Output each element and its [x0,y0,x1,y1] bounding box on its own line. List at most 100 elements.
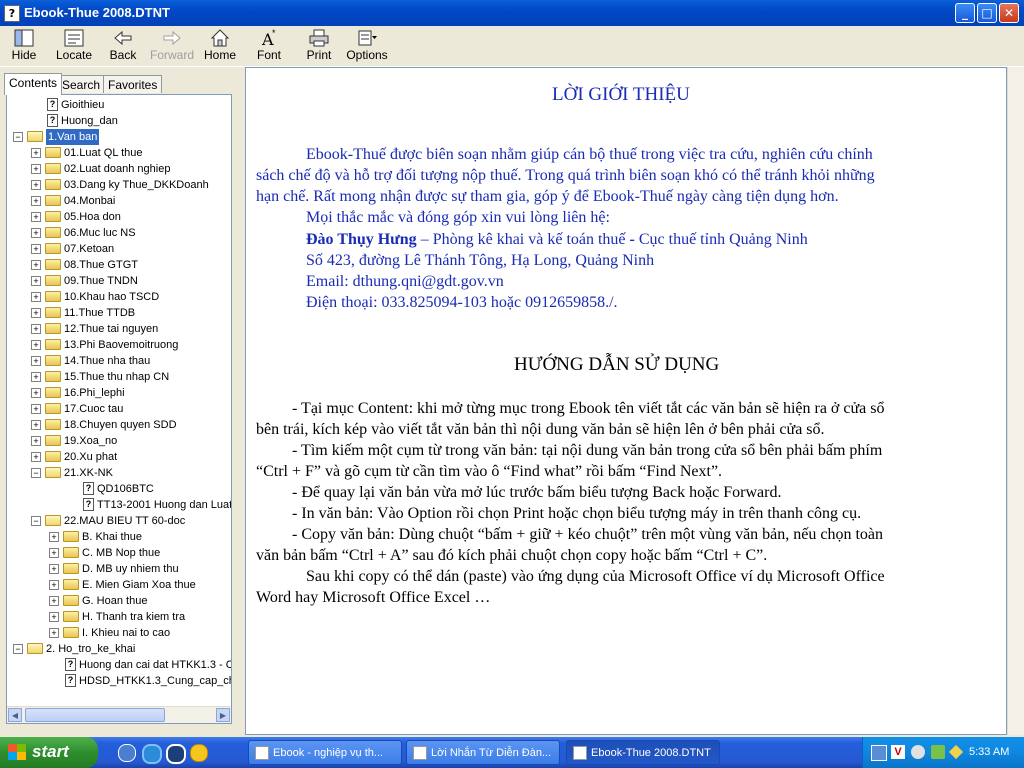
tree-item[interactable]: +11.Thue TTDB [7,305,231,321]
tree-item[interactable]: +17.Cuoc tau [7,401,231,417]
expand-icon[interactable]: + [31,180,41,190]
collapse-icon[interactable]: − [13,644,23,654]
tree-item[interactable]: +03.Dang ky Thue_DKKDoanh [7,177,231,193]
home-button[interactable]: Home [204,28,236,64]
tree-item[interactable]: +12.Thue tai nguyen [7,321,231,337]
tree-item[interactable]: + C. MB Nop thue [7,545,231,561]
expand-icon[interactable]: + [49,532,59,542]
expand-icon[interactable]: + [49,564,59,574]
tree-item[interactable]: +08.Thue GTGT [7,257,231,273]
expand-icon[interactable]: + [31,356,41,366]
print-button[interactable]: Print [304,28,334,64]
speaker-icon[interactable] [911,745,925,759]
expand-icon[interactable]: + [31,276,41,286]
tree-item[interactable]: + B. Khai thue [7,529,231,545]
tree-item[interactable]: − 2. Ho_tro_ke_khai [7,641,231,657]
expand-icon[interactable]: + [31,404,41,414]
hide-button[interactable]: Hide [8,28,40,64]
vertical-scrollbar[interactable] [1007,67,1024,735]
collapse-icon[interactable]: − [31,516,41,526]
expand-icon[interactable]: + [31,308,41,318]
tree-item[interactable]: +18.Chuyen quyen SDD [7,417,231,433]
expand-icon[interactable]: + [31,244,41,254]
tree-item[interactable]: +10.Khau hao TSCD [7,289,231,305]
tree-item[interactable]: ? QD106BTC [7,481,231,497]
tree-item[interactable]: + E. Mien Giam Xoa thue [7,577,231,593]
tree-item[interactable]: − 1.Van ban [7,129,231,145]
horizontal-scrollbar[interactable]: ◀ ▶ [7,706,231,723]
tray-tool-icon[interactable] [948,744,964,760]
scroll-left-icon[interactable]: ◀ [8,708,22,722]
expand-icon[interactable]: + [31,340,41,350]
antivirus-icon[interactable]: V [891,745,905,759]
expand-icon[interactable]: + [49,596,59,606]
tree-item[interactable]: + I. Khieu nai to cao [7,625,231,641]
expand-icon[interactable]: + [31,228,41,238]
expand-icon[interactable]: + [31,452,41,462]
expand-icon[interactable]: + [31,420,41,430]
tree-item[interactable]: +20.Xu phat [7,449,231,465]
tree-item[interactable]: ? HDSD_HTKK1.3_Cung_cap_ch [7,673,231,689]
expand-icon[interactable]: + [31,148,41,158]
media-player-icon[interactable] [166,744,186,764]
expand-icon[interactable]: + [49,548,59,558]
tree-item[interactable]: +19.Xoa_no [7,433,231,449]
expand-icon[interactable]: + [31,260,41,270]
expand-icon[interactable]: + [31,372,41,382]
contact-email[interactable]: Email: dthung.qni@gdt.gov.vn [306,273,504,291]
tree-item[interactable]: +15.Thue thu nhap CN [7,369,231,385]
title-bar[interactable]: ? Ebook-Thue 2008.DTNT _ □ ✕ [0,0,1024,26]
tree-item[interactable]: +14.Thue nha thau [7,353,231,369]
close-button[interactable]: ✕ [999,3,1019,23]
tree-item[interactable]: +04.Monbai [7,193,231,209]
tree-item[interactable]: + D. MB uy nhiem thu [7,561,231,577]
expand-icon[interactable]: + [31,388,41,398]
locate-button[interactable]: Locate [54,28,94,64]
scroll-right-icon[interactable]: ▶ [216,708,230,722]
tree-item[interactable]: ? TT13-2001 Huong dan Luat [7,497,231,513]
expand-icon[interactable]: + [31,164,41,174]
tab-contents[interactable]: Contents [4,73,63,95]
tree-item[interactable]: + G. Hoan thue [7,593,231,609]
tab-search[interactable]: Search [57,75,106,93]
minimize-button[interactable]: _ [955,3,975,23]
forward-button[interactable]: Forward [150,28,194,64]
content-pane[interactable]: LỜI GIỚI THIỆU Ebook-Thuế được biên soạn… [245,67,1007,735]
tree-item[interactable]: +09.Thue TNDN [7,273,231,289]
task-loi-nhan[interactable]: Lời Nhắn Từ Diễn Đàn... [406,740,560,765]
scroll-thumb[interactable] [25,708,165,722]
expand-icon[interactable]: + [31,196,41,206]
network-icon[interactable] [871,745,887,761]
options-button[interactable]: Options [346,28,388,64]
expand-icon[interactable]: + [49,612,59,622]
back-button[interactable]: Back [106,28,140,64]
tree-item[interactable]: ? Gioithieu [7,97,231,113]
tree-item[interactable]: +07.Ketoan [7,241,231,257]
task-ebook-thue[interactable]: Ebook-Thue 2008.DTNT [566,740,720,765]
expand-icon[interactable]: + [31,324,41,334]
expand-icon[interactable]: + [49,580,59,590]
internet-explorer-icon[interactable] [142,744,162,764]
font-button[interactable]: A * Font [254,28,284,64]
expand-icon[interactable]: + [31,212,41,222]
tree-item[interactable]: +13.Phi Baovemoitruong [7,337,231,353]
tree-item[interactable]: +05.Hoa don [7,209,231,225]
expand-icon[interactable]: + [31,436,41,446]
tree-item[interactable]: +16.Phi_lephi [7,385,231,401]
maximize-button[interactable]: □ [977,3,997,23]
collapse-icon[interactable]: − [13,132,23,142]
expand-icon[interactable]: + [49,628,59,638]
tab-favorites[interactable]: Favorites [103,75,163,93]
collapse-icon[interactable]: − [31,468,41,478]
clock[interactable]: 5:33 AM [969,746,1009,758]
tree-item[interactable]: +01.Luat QL thue [7,145,231,161]
tree-item[interactable]: ? Huong dan cai dat HTKK1.3 - Cu [7,657,231,673]
task-ebook-nghiep-vu[interactable]: Ebook - nghiệp vụ th... [248,740,402,765]
contents-tree[interactable]: ? Gioithieu? Huong_dan −1.Van ban +01.Luat Q… [6,94,232,724]
show-desktop-icon[interactable] [118,744,136,762]
unikey-icon[interactable] [931,745,945,759]
start-button[interactable]: start [0,737,98,768]
tree-item[interactable]: − 22.MAU BIEU TT 60-doc [7,513,231,529]
tree-item[interactable]: ? Huong_dan [7,113,231,129]
messenger-icon[interactable] [190,744,208,762]
